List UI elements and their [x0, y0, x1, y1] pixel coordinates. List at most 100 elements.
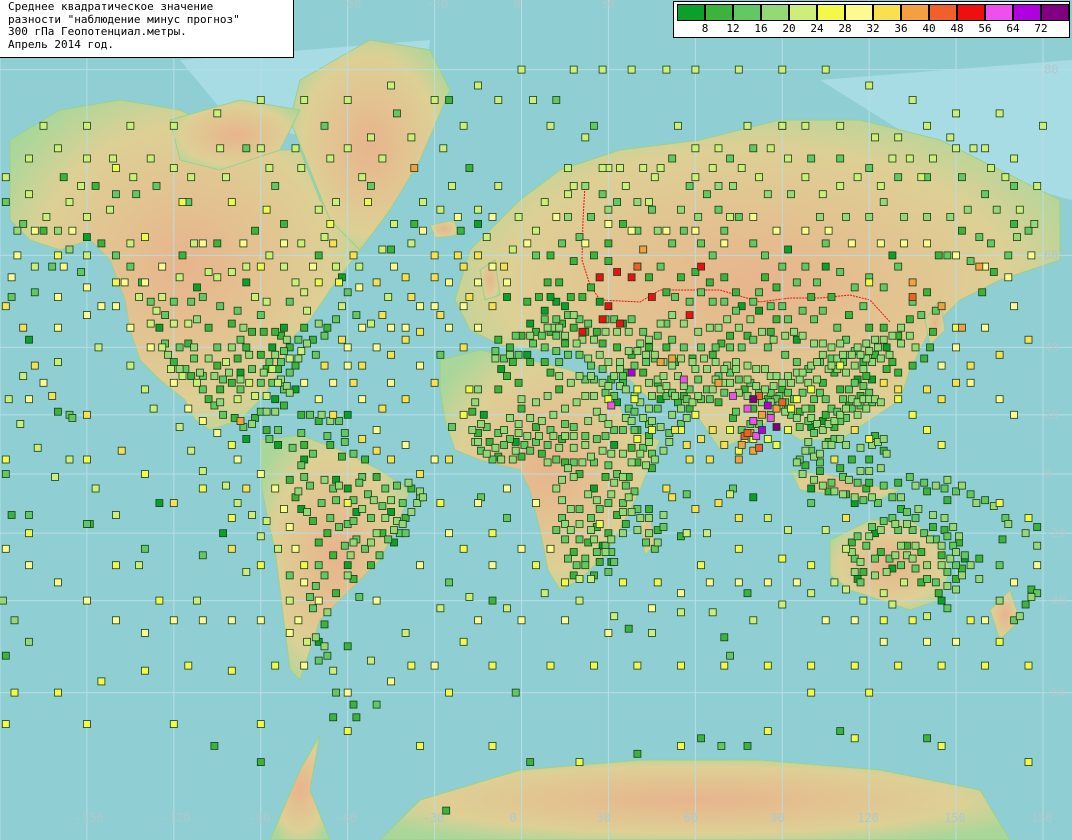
- station-marker: [734, 514, 743, 522]
- station-marker: [1024, 226, 1033, 235]
- station-marker: [619, 372, 627, 381]
- legend-label: 28: [838, 22, 852, 35]
- station-marker: [343, 688, 352, 697]
- station-marker: [784, 315, 792, 324]
- station-marker: [949, 541, 958, 550]
- station-marker: [508, 245, 517, 254]
- station-marker: [248, 511, 257, 519]
- station-marker: [294, 616, 303, 625]
- station-marker: [645, 437, 653, 446]
- station-marker: [126, 361, 135, 370]
- station-marker: [355, 262, 364, 271]
- station-marker: [943, 251, 952, 260]
- station-marker: [378, 502, 387, 511]
- station-marker: [720, 297, 729, 306]
- station-marker: [714, 323, 723, 332]
- station-marker: [540, 343, 549, 352]
- station-marker: [778, 121, 787, 130]
- station-marker: [1001, 173, 1010, 182]
- station-marker: [279, 262, 288, 271]
- station-marker: [543, 458, 552, 467]
- station-marker: [619, 578, 627, 587]
- station-marker: [627, 226, 636, 235]
- station-marker: [535, 293, 543, 301]
- station-marker: [955, 532, 963, 541]
- station-marker: [763, 578, 772, 587]
- station-marker: [787, 404, 795, 413]
- station-marker: [671, 293, 679, 301]
- station-marker: [19, 323, 28, 332]
- station-marker: [491, 354, 500, 363]
- station-marker: [555, 323, 564, 332]
- station-marker: [952, 378, 960, 387]
- station-marker: [865, 435, 874, 443]
- legend-label: 8: [701, 22, 709, 35]
- station-marker: [850, 426, 859, 434]
- station-marker: [619, 219, 627, 228]
- station-marker: [25, 561, 33, 570]
- station-marker: [265, 435, 274, 443]
- station-marker: [581, 181, 590, 190]
- station-marker: [859, 365, 868, 374]
- station-marker: [876, 239, 885, 248]
- station-marker: [140, 385, 149, 394]
- station-marker: [847, 350, 856, 359]
- station-marker: [233, 455, 242, 464]
- station-marker: [508, 455, 517, 464]
- bottom-lon-label: 0: [510, 811, 517, 825]
- station-marker: [526, 758, 535, 766]
- station-marker: [929, 327, 937, 336]
- station-marker: [540, 198, 549, 207]
- station-marker: [285, 354, 294, 363]
- station-marker: [691, 226, 700, 235]
- station-marker: [535, 432, 543, 440]
- station-marker: [845, 311, 853, 320]
- station-marker: [416, 470, 425, 478]
- station-marker: [697, 239, 705, 248]
- station-marker: [48, 262, 57, 271]
- station-marker: [552, 96, 561, 104]
- station-marker: [868, 493, 876, 502]
- station-marker: [830, 487, 839, 496]
- station-marker: [842, 585, 850, 594]
- bottom-lon-label: 180: [1031, 811, 1053, 825]
- station-marker: [607, 401, 616, 410]
- station-marker: [187, 297, 196, 306]
- station-marker: [555, 385, 564, 394]
- station-marker: [624, 347, 633, 356]
- station-marker: [543, 278, 552, 287]
- station-marker: [332, 198, 341, 207]
- station-marker: [732, 288, 740, 297]
- station-marker: [1010, 578, 1018, 587]
- station-marker: [697, 288, 705, 297]
- station-marker: [572, 561, 581, 570]
- bottom-lon-label: -30: [423, 811, 445, 825]
- station-marker: [459, 121, 468, 130]
- station-marker: [4, 395, 13, 404]
- station-marker: [474, 219, 483, 228]
- top-lon-label: 30: [600, 0, 614, 11]
- station-marker: [946, 133, 955, 142]
- station-marker: [798, 388, 807, 397]
- station-marker: [749, 144, 758, 153]
- station-marker: [503, 484, 511, 493]
- station-marker: [619, 449, 627, 458]
- station-marker: [526, 413, 535, 422]
- station-marker: [778, 262, 787, 271]
- station-marker: [445, 323, 454, 332]
- station-marker: [158, 293, 167, 301]
- station-marker: [807, 589, 816, 598]
- station-marker: [193, 596, 201, 605]
- station-marker: [958, 481, 966, 490]
- station-marker: [911, 564, 920, 573]
- station-marker: [850, 616, 859, 625]
- station-marker: [294, 487, 303, 496]
- station-marker: [65, 245, 74, 254]
- station-marker: [364, 198, 372, 207]
- station-marker: [227, 268, 236, 276]
- station-marker: [897, 323, 905, 332]
- station-marker: [882, 449, 891, 458]
- station-marker: [320, 620, 329, 629]
- station-marker: [184, 661, 193, 670]
- station-marker: [572, 398, 581, 407]
